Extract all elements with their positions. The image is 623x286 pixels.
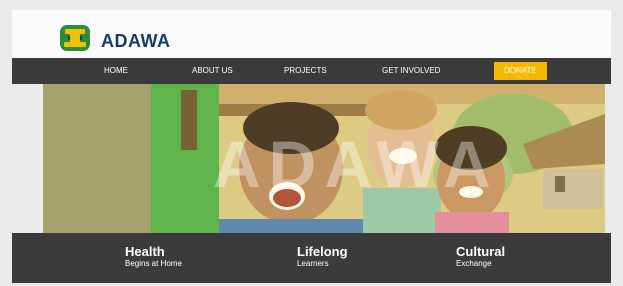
features-bar: Health Begins at Home Lifelong Learners … — [12, 233, 611, 283]
feature-cultural[interactable]: Cultural Exchange — [456, 245, 505, 269]
tribal-mask-icon[interactable] — [58, 23, 92, 53]
nav-get-involved[interactable]: GET INVOLVED — [382, 58, 440, 84]
feature-subtitle: Begins at Home — [125, 259, 182, 268]
nav-home[interactable]: HOME — [104, 58, 128, 84]
donate-button[interactable]: DONATE — [494, 62, 547, 80]
main-navigation: HOME ABOUT US PROJECTS GET INVOLVED DONA… — [12, 58, 611, 84]
feature-subtitle: Exchange — [456, 259, 492, 268]
feature-title: Cultural — [456, 244, 506, 259]
brand-name[interactable]: ADAWA — [101, 31, 171, 52]
hero-overlay-text: ADAWA — [213, 127, 499, 201]
nav-about-us[interactable]: ABOUT US — [192, 58, 233, 84]
feature-health[interactable]: Health Begins at Home — [125, 245, 182, 269]
nav-projects[interactable]: PROJECTS — [284, 58, 327, 84]
site-header: ADAWA — [12, 10, 611, 58]
hero-banner: ADAWA — [43, 84, 605, 233]
feature-title: Lifelong — [297, 244, 348, 259]
feature-subtitle: Learners — [297, 259, 329, 268]
feature-title: Health — [125, 244, 165, 259]
feature-lifelong[interactable]: Lifelong Learners — [297, 245, 348, 269]
